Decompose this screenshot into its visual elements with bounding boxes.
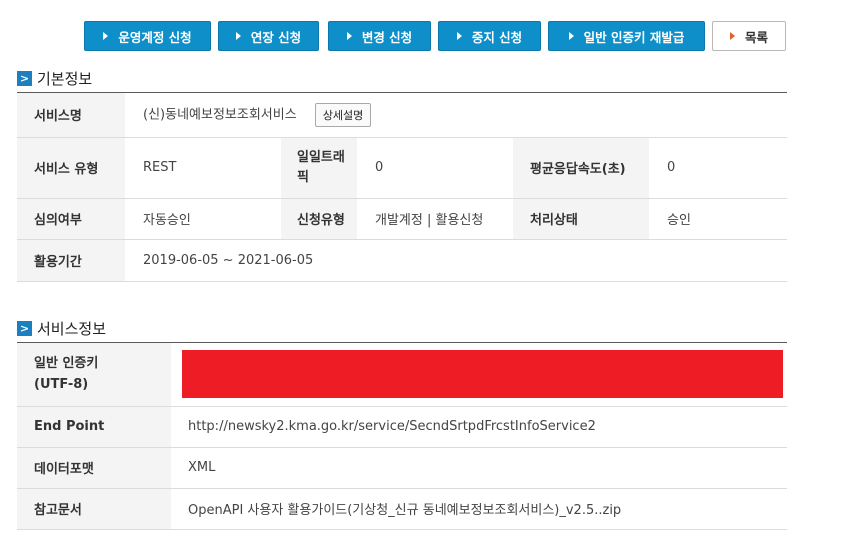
service-name-value: (신)동네예보정보조회서비스: [143, 107, 297, 123]
list-button[interactable]: 목록: [712, 21, 786, 51]
section-title-text: 서비스정보: [37, 320, 107, 338]
button-label: 일반 인증키 재발급: [583, 29, 685, 45]
table-row: 심의여부 자동승인 신청유형 개발계정 | 활용신청 처리상태 승인: [17, 198, 788, 240]
review-value: 자동승인: [125, 198, 281, 240]
service-name-cell: (신)동네예보정보조회서비스 상세설명: [125, 93, 788, 138]
format-value: XML: [171, 447, 787, 489]
chevron-right-icon: >: [17, 321, 32, 336]
chevron-right-icon: >: [17, 71, 32, 86]
auth-key-label: 일반 인증키 (UTF-8): [17, 343, 171, 407]
endpoint-value[interactable]: http://newsky2.kma.go.kr/service/SecndSr…: [171, 406, 787, 448]
table-row: 서비스명 (신)동네예보정보조회서비스 상세설명: [17, 93, 788, 138]
avg-response-value: 0: [649, 137, 788, 199]
service-name-label: 서비스명: [17, 93, 125, 138]
arrow-right-icon: [235, 32, 241, 40]
ref-doc-label: 참고문서: [17, 488, 171, 530]
auth-key-cell: [171, 343, 787, 407]
table-row: 일반 인증키 (UTF-8): [17, 343, 787, 407]
table-row: End Point http://newsky2.kma.go.kr/servi…: [17, 406, 787, 448]
table-row: 서비스 유형 REST 일일트래 픽 0 평균응답속도(초) 0: [17, 137, 788, 199]
apply-type-label: 신청유형: [281, 198, 357, 240]
period-value: 2019-06-05 ~ 2021-06-05: [125, 239, 788, 282]
format-label: 데이터포맷: [17, 447, 171, 489]
service-info-heading: > 서비스정보: [17, 318, 106, 339]
service-type-label: 서비스 유형: [17, 137, 125, 199]
action-toolbar: 운영계정 신청 연장 신청 변경 신청 중지 신청 일반 인증키 재발급 목록: [84, 21, 786, 51]
basic-info-table: 서비스명 (신)동네예보정보조회서비스 상세설명 서비스 유형 REST 일일트…: [17, 93, 788, 282]
button-label: 중지 신청: [471, 29, 523, 45]
detail-description-button[interactable]: 상세설명: [314, 102, 372, 127]
ref-doc-link[interactable]: OpenAPI 사용자 활용가이드(기상청_신규 동네예보정보조회서비스)_v2…: [171, 488, 787, 530]
arrow-right-icon: [346, 32, 352, 40]
button-label: 목록: [744, 29, 768, 45]
button-label: 운영계정 신청: [118, 29, 192, 45]
stop-request-button[interactable]: 중지 신청: [438, 21, 541, 51]
endpoint-label: End Point: [17, 406, 171, 448]
arrow-right-icon: [729, 32, 735, 40]
table-row: 참고문서 OpenAPI 사용자 활용가이드(기상청_신규 동네예보정보조회서비…: [17, 488, 787, 530]
status-label: 처리상태: [513, 198, 649, 240]
arrow-right-icon: [103, 32, 109, 40]
review-label: 심의여부: [17, 198, 125, 240]
arrow-right-icon: [456, 32, 462, 40]
table-row: 데이터포맷 XML: [17, 447, 787, 489]
change-request-button[interactable]: 변경 신청: [328, 21, 431, 51]
service-type-value: REST: [125, 137, 281, 199]
reissue-key-button[interactable]: 일반 인증키 재발급: [548, 21, 705, 51]
button-label: 연장 신청: [250, 29, 302, 45]
daily-traffic-label: 일일트래 픽: [281, 137, 357, 199]
daily-traffic-value: 0: [357, 137, 513, 199]
extend-request-button[interactable]: 연장 신청: [218, 21, 319, 51]
basic-info-heading: > 기본정보: [17, 68, 92, 89]
table-row: 활용기간 2019-06-05 ~ 2021-06-05: [17, 239, 788, 282]
avg-response-label: 평균응답속도(초): [513, 137, 649, 199]
ops-account-request-button[interactable]: 운영계정 신청: [84, 21, 211, 51]
arrow-right-icon: [568, 32, 574, 40]
redacted-auth-key: [182, 350, 783, 399]
apply-type-value: 개발계정 | 활용신청: [357, 198, 513, 240]
section-title-text: 기본정보: [37, 70, 93, 88]
service-info-table: 일반 인증키 (UTF-8) End Point http://newsky2.…: [17, 343, 787, 530]
period-label: 활용기간: [17, 239, 125, 282]
status-value: 승인: [649, 198, 788, 240]
button-label: 변경 신청: [361, 29, 413, 45]
